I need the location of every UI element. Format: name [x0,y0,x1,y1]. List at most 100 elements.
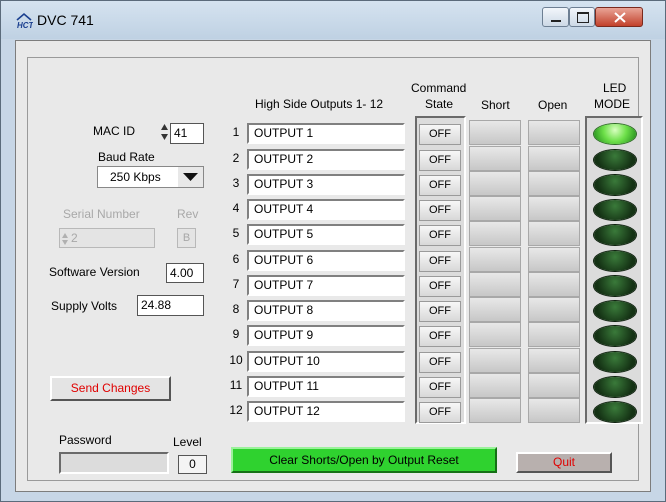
short-indicator [469,272,521,297]
short-indicator [469,171,521,196]
command-state-button[interactable]: OFF [419,276,461,297]
open-indicator [528,322,580,347]
maximize-button[interactable] [569,7,595,27]
output-name-field[interactable]: OUTPUT 8 [247,300,405,321]
row-number: 8 [232,302,240,316]
output-name-field[interactable]: OUTPUT 5 [247,224,405,245]
short-indicator [469,247,521,272]
state-header: State [425,97,454,111]
command-state-button[interactable]: OFF [419,301,461,322]
row-number: 2 [232,151,240,165]
output-name-field[interactable]: OUTPUT 3 [247,174,405,195]
app-logo-icon: HCT [16,12,33,30]
short-indicator [469,322,521,347]
row-number: 1 [232,125,240,139]
led-indicator [594,225,636,245]
led-indicator [594,352,636,372]
baud-rate-dropdown-button[interactable] [178,167,203,187]
quit-button[interactable]: Quit [516,452,612,473]
command-state-button[interactable]: OFF [419,175,461,196]
serial-number-value: 2 [71,231,78,245]
rev-field: B [177,228,196,248]
output-name-field[interactable]: OUTPUT 2 [247,149,405,170]
led-indicator [594,276,636,296]
row-number: 10 [229,353,243,367]
spinner-arrows-icon [161,124,168,140]
short-header: Short [481,98,510,112]
row-number: 7 [232,277,240,291]
row-number: 9 [232,327,240,341]
command-state-button[interactable]: OFF [419,150,461,171]
row-number: 3 [232,176,240,190]
row-number: 5 [232,226,240,240]
command-state-button[interactable]: OFF [419,200,461,221]
led-indicator [594,124,636,144]
app-window: HCT DVC 741 MAC ID 41 Baud Rate 250 Kbps… [0,0,666,502]
password-input[interactable] [59,452,169,474]
command-state-button[interactable]: OFF [419,326,461,347]
output-name-field[interactable]: OUTPUT 11 [247,376,405,397]
command-header: Command [411,81,467,95]
password-label: Password [59,433,112,447]
short-indicator [469,146,521,171]
short-indicator [469,196,521,221]
output-name-field[interactable]: OUTPUT 1 [247,123,405,144]
baud-rate-select[interactable]: 250 Kbps [97,166,204,188]
clear-shorts-open-button[interactable]: Clear Shorts/Open by Output Reset [231,447,497,473]
led-indicator [594,251,636,271]
maximize-icon [577,12,589,23]
mac-id-spinner[interactable] [160,122,169,142]
open-indicator [528,146,580,171]
baud-rate-label: Baud Rate [98,150,155,164]
row-number: 4 [232,201,240,215]
software-version-label: Software Version [49,265,140,279]
supply-volts-field: 24.88 [137,295,204,316]
output-name-field[interactable]: OUTPUT 4 [247,199,405,220]
led-header: LED [603,81,627,95]
mac-id-input[interactable]: 41 [170,123,204,144]
mode-header: MODE [594,97,630,111]
output-name-field[interactable]: OUTPUT 12 [247,401,405,422]
row-number: 11 [229,378,243,392]
baud-rate-value: 250 Kbps [110,170,161,184]
software-version-field: 4.00 [166,263,204,283]
open-indicator [528,171,580,196]
led-indicator [594,150,636,170]
short-indicator [469,348,521,373]
led-indicator [594,301,636,321]
level-label: Level [173,435,202,449]
command-state-button[interactable]: OFF [419,402,461,423]
svg-text:HCT: HCT [17,21,33,30]
row-number: 12 [229,403,243,417]
mac-id-label: MAC ID [93,124,135,138]
command-state-button[interactable]: OFF [419,352,461,373]
command-state-button[interactable]: OFF [419,251,461,272]
led-indicator [594,175,636,195]
title-bar[interactable]: HCT DVC 741 [1,1,665,39]
open-indicator [528,221,580,246]
command-state-button[interactable]: OFF [419,225,461,246]
level-field: 0 [178,455,207,474]
rev-label: Rev [177,207,199,221]
window-title: DVC 741 [37,12,94,28]
short-indicator [469,398,521,423]
output-name-field[interactable]: OUTPUT 10 [247,351,405,372]
output-name-field[interactable]: OUTPUT 9 [247,325,405,346]
serial-number-field: 2 [59,228,155,248]
short-indicator [469,221,521,246]
command-state-button[interactable]: OFF [419,377,461,398]
command-state-button[interactable]: OFF [419,124,461,145]
short-indicator [469,120,521,145]
short-indicator [469,297,521,322]
output-name-field[interactable]: OUTPUT 7 [247,275,405,296]
open-indicator [528,120,580,145]
serial-number-label: Serial Number [63,207,140,221]
open-indicator [528,348,580,373]
close-button[interactable] [595,7,643,27]
output-name-field[interactable]: OUTPUT 6 [247,250,405,271]
send-changes-button[interactable]: Send Changes [50,376,171,401]
supply-volts-label: Supply Volts [51,299,118,313]
open-indicator [528,272,580,297]
led-indicator [594,402,636,422]
minimize-button[interactable] [542,7,569,27]
